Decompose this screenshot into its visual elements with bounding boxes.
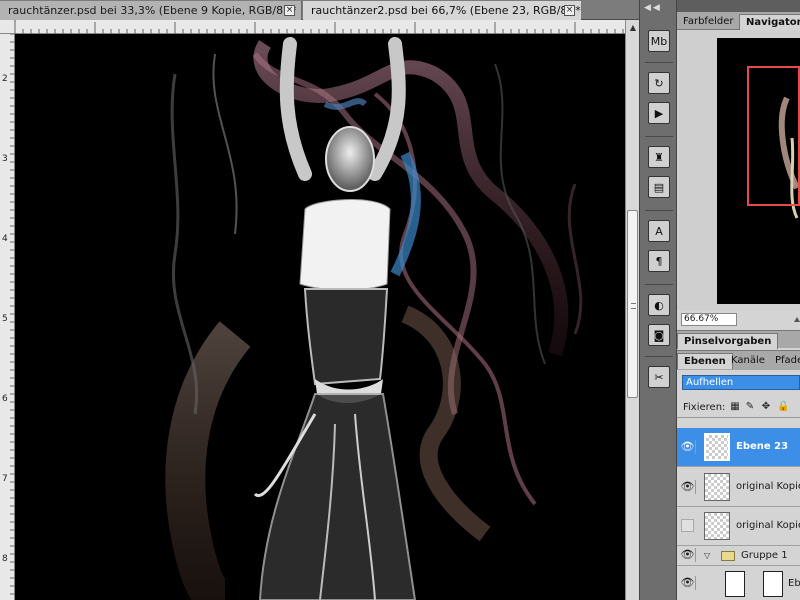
eye-icon[interactable]: 👁: [680, 576, 696, 590]
tools-icon[interactable]: ✂: [648, 366, 670, 388]
actions-icon[interactable]: ▶: [648, 102, 670, 124]
close-icon[interactable]: ×: [284, 5, 295, 16]
panel-separator: [645, 62, 673, 63]
tab-pfade[interactable]: Pfade: [769, 353, 800, 369]
layer-name: original Kopie: [736, 481, 800, 492]
character-icon[interactable]: A: [648, 220, 670, 242]
scrollbar-thumb[interactable]: [627, 210, 638, 398]
navigator-panel-tabs: Farbfelder Navigator: [677, 12, 800, 30]
adjustments-icon[interactable]: ◐: [648, 294, 670, 316]
collapsed-panel-dock: ◀◀ Mb ↻ ▶ ♜ ▤ A ¶ ◐ ◙ ✂: [639, 0, 677, 600]
lock-pixels-icon[interactable]: ✎: [745, 402, 755, 412]
navigator-view-frame[interactable]: [747, 66, 800, 206]
clone-source-icon[interactable]: ♜: [648, 146, 670, 168]
tab-pinselvorgaben[interactable]: Pinselvorgaben: [677, 333, 779, 349]
document-tab-label: rauchtänzer.psd bei 33,3% (Ebene 9 Kopie…: [8, 4, 297, 17]
layer-thumbnail: [725, 571, 745, 597]
close-icon[interactable]: ×: [564, 5, 575, 16]
tab-kanaele[interactable]: Kanäle: [725, 353, 771, 369]
collapse-arrows-icon[interactable]: ◀◀: [644, 3, 662, 13]
eye-icon[interactable]: 👁: [680, 548, 696, 562]
layer-row[interactable]: 👁 Ebene 23: [677, 428, 800, 467]
eye-icon[interactable]: 👁: [680, 480, 696, 494]
panel-separator: [645, 356, 673, 357]
lock-transparency-icon[interactable]: ▦: [730, 402, 740, 412]
panel-separator: [645, 136, 673, 137]
navigator-zoom-row: 66.67%: [677, 312, 800, 328]
layer-group-row[interactable]: 👁 ▽ Gruppe 1: [677, 546, 800, 566]
tab-farbfelder[interactable]: Farbfelder: [677, 14, 739, 30]
navigator-preview[interactable]: [717, 38, 800, 304]
horizontal-ruler[interactable]: [0, 20, 625, 34]
lock-all-icon[interactable]: 🔒: [777, 402, 789, 412]
lock-position-icon[interactable]: ✥: [761, 402, 771, 412]
panel-separator: [645, 210, 673, 211]
layer-row[interactable]: 👁 original Kopie: [677, 468, 800, 507]
document-vertical-scrollbar[interactable]: ▲: [625, 20, 639, 600]
layer-name: Eb: [788, 578, 800, 589]
panel-topbar: [677, 0, 800, 12]
panel-separator: [645, 284, 673, 285]
blend-mode-row: Aufhellen: [677, 372, 800, 394]
group-expand-icon[interactable]: ▽: [704, 551, 710, 560]
brush-presets-panel-tabs: Pinselvorgaben: [677, 330, 800, 349]
document-tab-rauchtaenzer2[interactable]: rauchtänzer2.psd bei 66,7% (Ebene 23, RG…: [303, 1, 581, 20]
ruler-ticks: [14, 20, 624, 34]
layer-thumbnail: [704, 473, 730, 501]
smoke-dancer-artwork: [15, 34, 625, 600]
ruler-ticks: [10, 34, 15, 595]
lock-label: Fixieren:: [683, 402, 726, 413]
eye-icon[interactable]: 👁: [680, 440, 696, 454]
document-tab-rauchtaenzer[interactable]: rauchtänzer.psd bei 33,3% (Ebene 9 Kopie…: [0, 1, 302, 20]
layer-mask-thumbnail: [763, 571, 783, 597]
layers-list: 👁 Ebene 23 👁 original Kopie original Kop…: [677, 418, 800, 600]
layers-panel-tabs: Ebenen Kanäle Pfade: [677, 350, 800, 370]
layer-name: Ebene 23: [736, 441, 789, 452]
group-name: Gruppe 1: [741, 550, 788, 561]
blend-mode-select[interactable]: Aufhellen: [682, 375, 800, 390]
mini-bridge-icon[interactable]: Mb: [648, 30, 670, 52]
grip-icon: [631, 303, 636, 309]
lock-row: Fixieren: ▦ ✎ ✥ 🔒: [677, 396, 800, 418]
history-icon[interactable]: ↻: [648, 72, 670, 94]
right-panel-column: Farbfelder Navigator 66.67% Pinselvorgab…: [677, 0, 800, 600]
paragraph-icon[interactable]: ¶: [648, 250, 670, 272]
layer-thumbnail: [704, 512, 730, 540]
visibility-toggle[interactable]: [681, 519, 694, 532]
document-tab-bar: rauchtänzer.psd bei 33,3% (Ebene 9 Kopie…: [0, 0, 640, 20]
layer-thumbnail: [704, 433, 730, 461]
layer-name: original Kopie: [736, 520, 800, 531]
zoom-field[interactable]: 66.67%: [681, 313, 737, 326]
document-tab-label: rauchtänzer2.psd bei 66,7% (Ebene 23, RG…: [311, 4, 581, 17]
tool-presets-icon[interactable]: ▤: [648, 176, 670, 198]
tab-navigator[interactable]: Navigator: [739, 14, 800, 30]
layer-row[interactable]: 👁 Eb: [677, 568, 800, 600]
vertical-ruler[interactable]: 2345678: [0, 34, 15, 600]
document-canvas[interactable]: [15, 34, 625, 600]
folder-icon: [721, 551, 735, 561]
layer-row[interactable]: original Kopie: [677, 507, 800, 546]
navigator-panel: [677, 30, 800, 310]
scroll-up-arrow-icon[interactable]: ▲: [628, 23, 638, 33]
zoom-slider-icon[interactable]: [794, 317, 800, 322]
masks-icon[interactable]: ◙: [648, 324, 670, 346]
